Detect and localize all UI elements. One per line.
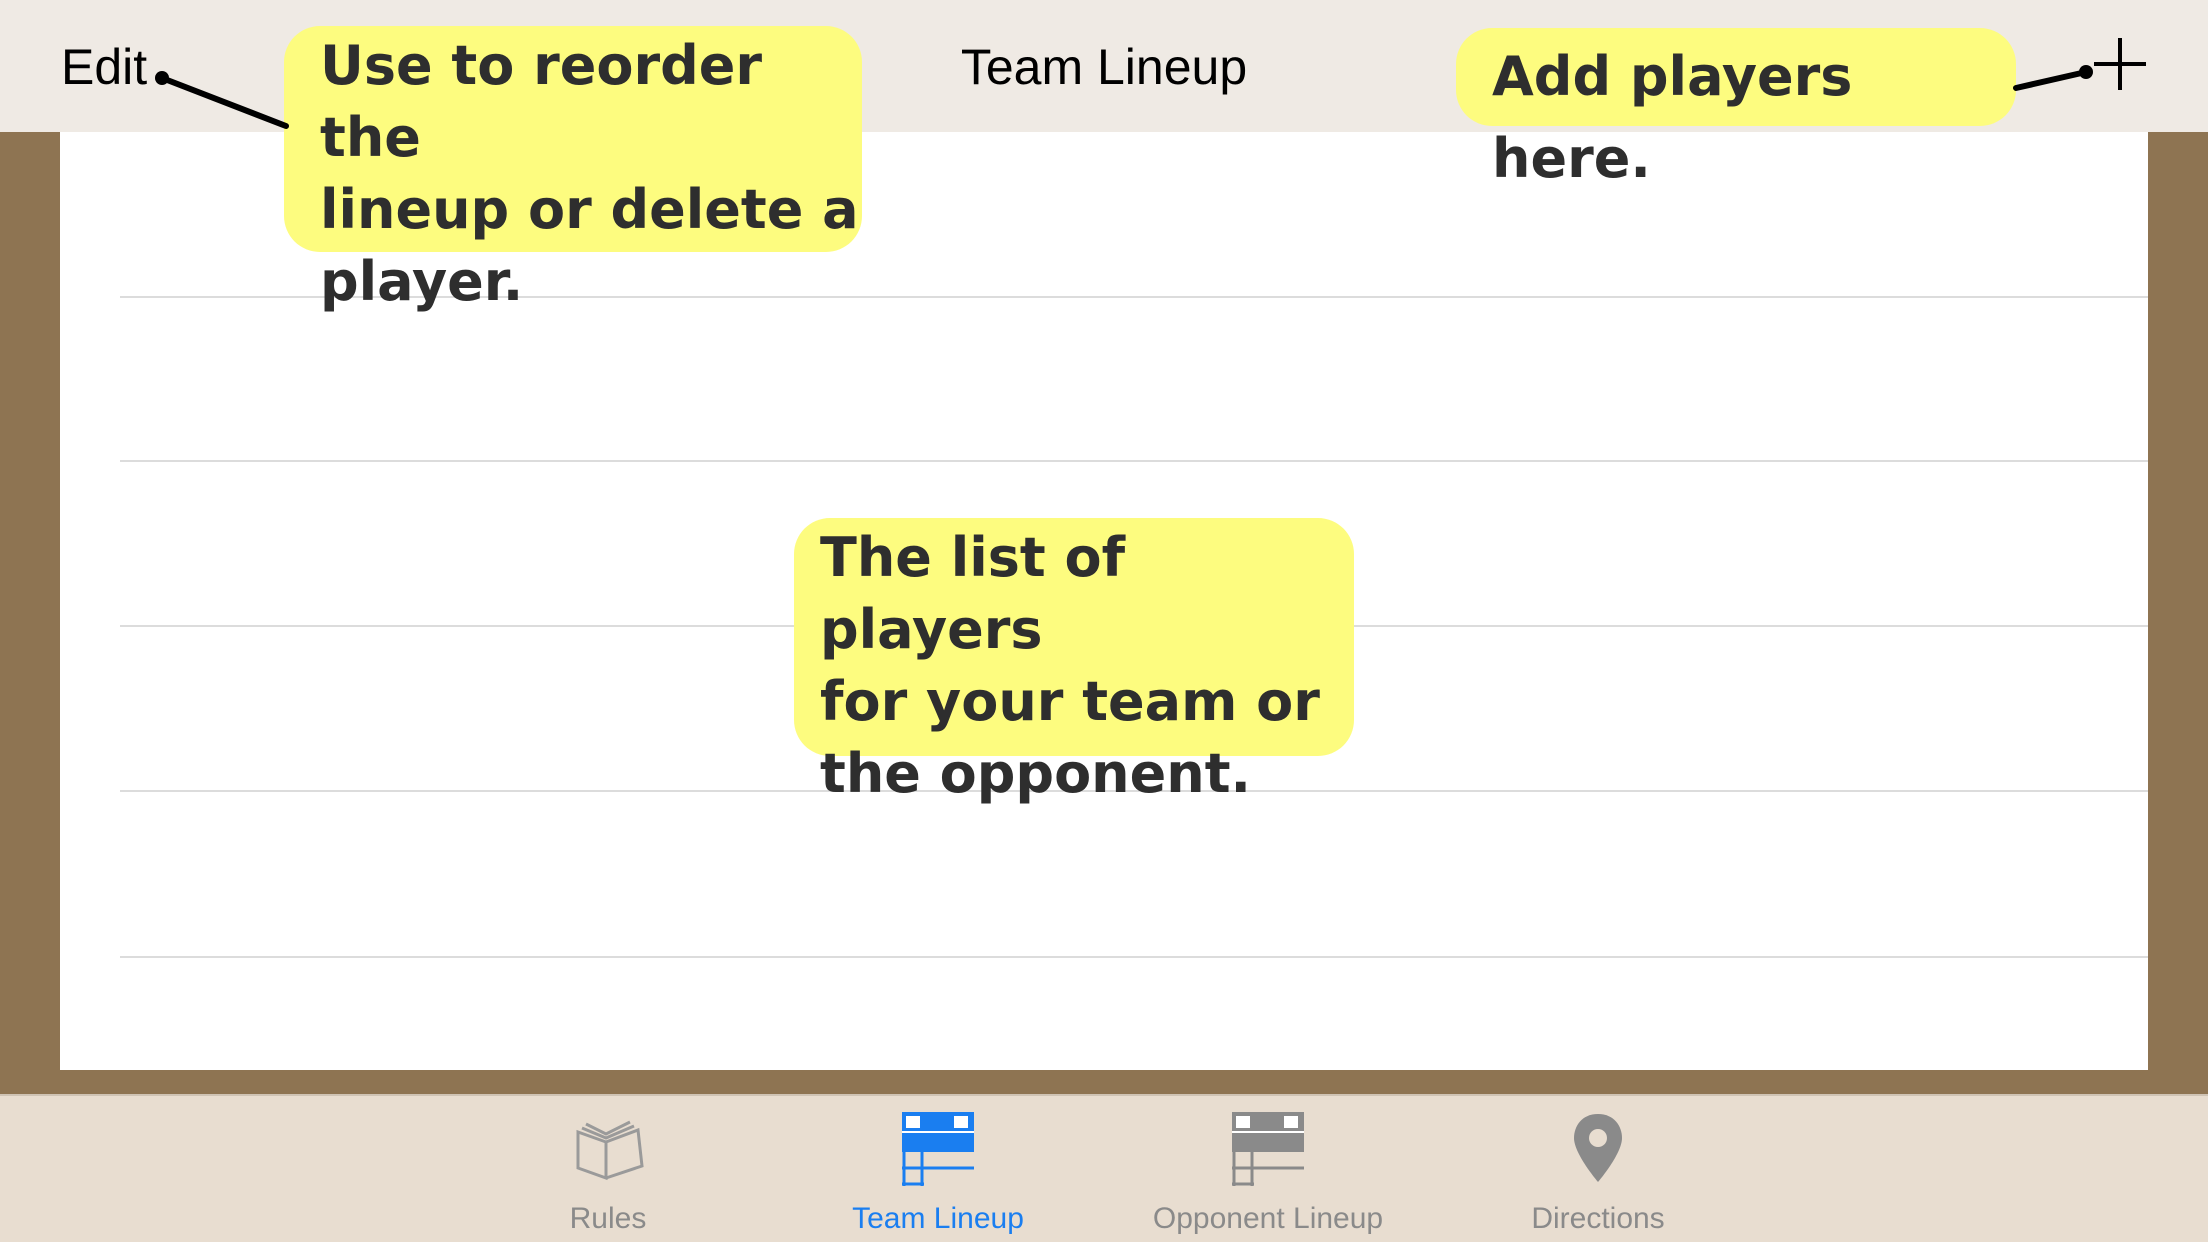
- plus-icon[interactable]: [2090, 34, 2150, 94]
- tab-rules[interactable]: Rules: [458, 1110, 758, 1240]
- lineup-card-icon: [1232, 1112, 1304, 1186]
- edit-button[interactable]: Edit: [61, 38, 147, 96]
- map-pin-icon: [1574, 1114, 1622, 1182]
- edit-callout-text: Use to reorder the lineup or delete a pl…: [320, 34, 859, 313]
- add-callout: Add players here.: [1456, 28, 2016, 190]
- tab-team-lineup-label: Team Lineup: [852, 1202, 1024, 1235]
- tab-directions-label: Directions: [1531, 1202, 1665, 1235]
- list-separator: [120, 956, 2148, 958]
- tab-opponent-lineup[interactable]: Opponent Lineup: [1118, 1110, 1418, 1240]
- list-separator: [120, 460, 2148, 462]
- tab-team-lineup[interactable]: Team Lineup: [788, 1110, 1088, 1240]
- tab-directions[interactable]: Directions: [1448, 1110, 1748, 1240]
- list-callout-text: The list of players for your team or the…: [820, 526, 1320, 805]
- tab-bar: Rules Team Lineup Opponent Lineup Direct…: [0, 1094, 2208, 1242]
- list-callout: The list of players for your team or the…: [794, 518, 1354, 805]
- add-callout-text: Add players here.: [1492, 45, 1853, 190]
- tab-rules-label: Rules: [569, 1202, 647, 1235]
- edit-callout: Use to reorder the lineup or delete a pl…: [284, 26, 862, 313]
- lineup-card-icon: [902, 1112, 974, 1186]
- tab-opponent-lineup-label: Opponent Lineup: [1152, 1202, 1384, 1235]
- book-icon: [576, 1120, 644, 1181]
- page-title-text: Team Lineup: [960, 39, 1248, 95]
